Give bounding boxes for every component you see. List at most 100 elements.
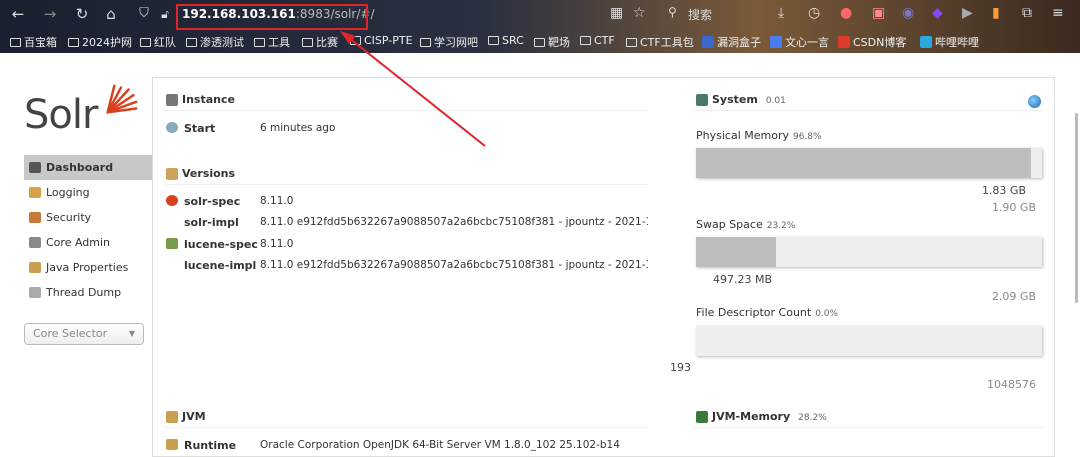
jvm-header: JVM bbox=[164, 406, 648, 428]
version-label-solr-spec: solr-spec bbox=[184, 195, 241, 208]
extension-icon[interactable]: ▣ bbox=[872, 5, 885, 21]
search-label[interactable]: 搜索 bbox=[688, 6, 712, 23]
logo-text: Solr bbox=[24, 92, 98, 138]
bookmark-item[interactable]: 学习网吧 bbox=[420, 34, 478, 50]
bookmark-label: 百宝箱 bbox=[24, 36, 57, 49]
folder-icon bbox=[580, 36, 591, 45]
folder-icon bbox=[420, 38, 431, 47]
version-label-solr-impl: solr-impl bbox=[184, 216, 239, 229]
folder-icon bbox=[10, 38, 21, 47]
bookmark-label: 靶场 bbox=[548, 36, 570, 49]
bookmark-item[interactable]: SRC bbox=[488, 34, 524, 47]
sidebar-nav: Dashboard Logging Security Core Admin Java P… bbox=[24, 155, 152, 305]
physical-memory-total: 1.90 GB bbox=[991, 201, 1036, 214]
folder-icon bbox=[254, 38, 265, 47]
versions-header: Versions bbox=[164, 163, 648, 185]
bookmarks-bar: 百宝箱 2024护网 红队 渗透测试 工具 比赛 CISP-PTE 学习网吧 SRC 靶场 CTF C… bbox=[0, 32, 1080, 52]
swap-space-pct: 23.2% bbox=[766, 221, 796, 231]
bookmark-item[interactable]: 比赛 bbox=[302, 34, 338, 50]
runtime-label: Runtime bbox=[184, 439, 237, 452]
extension-icon[interactable]: ⧉ bbox=[1022, 5, 1032, 21]
bookmark-label: CSDN博客 bbox=[853, 36, 907, 49]
star-icon[interactable]: ☆ bbox=[633, 5, 646, 21]
refresh-icon[interactable] bbox=[1028, 95, 1041, 108]
extension-icon[interactable]: ● bbox=[840, 5, 852, 21]
bookmark-item[interactable]: CISP-PTE bbox=[350, 34, 413, 47]
bookmark-label: SRC bbox=[502, 34, 524, 47]
bookmark-label: CISP-PTE bbox=[364, 34, 413, 47]
file-descriptor-title: File Descriptor Count bbox=[696, 306, 812, 319]
sidebar-item-java-properties[interactable]: Java Properties bbox=[24, 255, 152, 280]
core-selector-dropdown[interactable]: Core Selector ▼ bbox=[24, 323, 144, 345]
file-descriptor-label: File Descriptor Count 0.0% bbox=[696, 306, 838, 319]
bookmark-item[interactable]: 红队 bbox=[140, 34, 176, 50]
qr-code-icon[interactable]: ▦ bbox=[610, 5, 623, 21]
swap-space-bar-fill bbox=[696, 237, 777, 267]
physical-memory-pct: 96.8% bbox=[792, 132, 822, 142]
extension-icon[interactable]: ◆ bbox=[932, 5, 943, 21]
sidebar-item-label: Core Admin bbox=[46, 236, 111, 249]
download-icon[interactable]: ⤓ bbox=[778, 5, 784, 21]
instance-icon bbox=[166, 94, 178, 106]
page-scrollbar[interactable] bbox=[1074, 53, 1080, 452]
folder-icon bbox=[350, 36, 361, 45]
physical-memory-bar bbox=[696, 148, 1042, 178]
thread-dump-icon bbox=[29, 287, 41, 298]
folder-icon bbox=[534, 38, 545, 47]
reload-icon[interactable]: ↻ bbox=[72, 4, 92, 24]
site-favicon-icon bbox=[702, 36, 714, 48]
scrollbar-thumb[interactable] bbox=[1075, 113, 1078, 303]
bookmark-label: 哔哩哔哩 bbox=[935, 36, 979, 49]
swap-space-used: 497.23 MB bbox=[712, 273, 772, 286]
security-icon bbox=[29, 212, 41, 223]
bookmark-item[interactable]: 哔哩哔哩 bbox=[920, 34, 979, 50]
jvm-memory-icon bbox=[696, 411, 708, 423]
jvm-memory-title: JVM-Memory bbox=[712, 410, 791, 423]
swap-space-total: 2.09 GB bbox=[991, 290, 1036, 303]
bookmark-item[interactable]: CTF bbox=[580, 34, 615, 47]
bookmark-item[interactable]: 文心一言 bbox=[770, 34, 829, 50]
bookmark-item[interactable]: 2024护网 bbox=[68, 34, 132, 50]
instance-title: Instance bbox=[182, 93, 235, 106]
menu-icon[interactable]: ≡ bbox=[1052, 5, 1064, 21]
home-icon[interactable]: ⌂ bbox=[101, 4, 121, 24]
bookmark-item[interactable]: 靶场 bbox=[534, 34, 570, 50]
instance-header: Instance bbox=[164, 89, 648, 111]
bookmark-item[interactable]: 渗透测试 bbox=[186, 34, 244, 50]
site-favicon-icon bbox=[770, 36, 782, 48]
jvm-memory-pct: 28.2% bbox=[798, 413, 827, 423]
back-icon[interactable]: ← bbox=[8, 4, 28, 24]
extension-icon[interactable]: ▮ bbox=[992, 5, 1000, 21]
extension-icon[interactable]: ▶ bbox=[962, 5, 973, 21]
swap-space-bar bbox=[696, 237, 1042, 267]
sidebar-item-logging[interactable]: Logging bbox=[24, 180, 152, 205]
solr-sun-icon bbox=[106, 84, 138, 114]
bookmark-item[interactable]: CTF工具包 bbox=[626, 34, 694, 50]
runtime-icon bbox=[166, 439, 178, 450]
version-value-lucene-spec: 8.11.0 bbox=[260, 238, 294, 250]
extension-icon[interactable]: ◉ bbox=[902, 5, 914, 21]
start-label: Start bbox=[184, 122, 216, 135]
sidebar-item-core-admin[interactable]: Core Admin bbox=[24, 230, 152, 255]
sidebar-item-dashboard[interactable]: Dashboard bbox=[24, 155, 152, 180]
system-header: System 0.01 bbox=[694, 89, 1044, 111]
folder-icon bbox=[140, 38, 151, 47]
bookmark-label: CTF工具包 bbox=[640, 36, 694, 49]
search-icon[interactable]: ⚲ bbox=[668, 5, 677, 19]
bookmark-item[interactable]: CSDN博客 bbox=[838, 34, 906, 50]
folder-icon bbox=[302, 38, 313, 47]
jvm-memory-header: JVM-Memory 28.2% bbox=[694, 406, 1044, 428]
physical-memory-label: Physical Memory 96.8% bbox=[696, 129, 822, 142]
sidebar-item-security[interactable]: Security bbox=[24, 205, 152, 230]
site-favicon-icon bbox=[838, 36, 850, 48]
sidebar-item-thread-dump[interactable]: Thread Dump bbox=[24, 280, 152, 305]
bookmark-label: 漏洞盒子 bbox=[717, 36, 761, 49]
bookmark-label: 工具 bbox=[268, 36, 290, 49]
bookmark-item[interactable]: 百宝箱 bbox=[10, 34, 57, 50]
history-icon[interactable]: ◷ bbox=[808, 5, 820, 21]
forward-icon[interactable]: → bbox=[40, 4, 60, 24]
solr-logo[interactable]: Solr bbox=[24, 78, 138, 138]
swap-space-label: Swap Space 23.2% bbox=[696, 218, 795, 231]
bookmark-item[interactable]: 工具 bbox=[254, 34, 290, 50]
bookmark-item[interactable]: 漏洞盒子 bbox=[702, 34, 761, 50]
